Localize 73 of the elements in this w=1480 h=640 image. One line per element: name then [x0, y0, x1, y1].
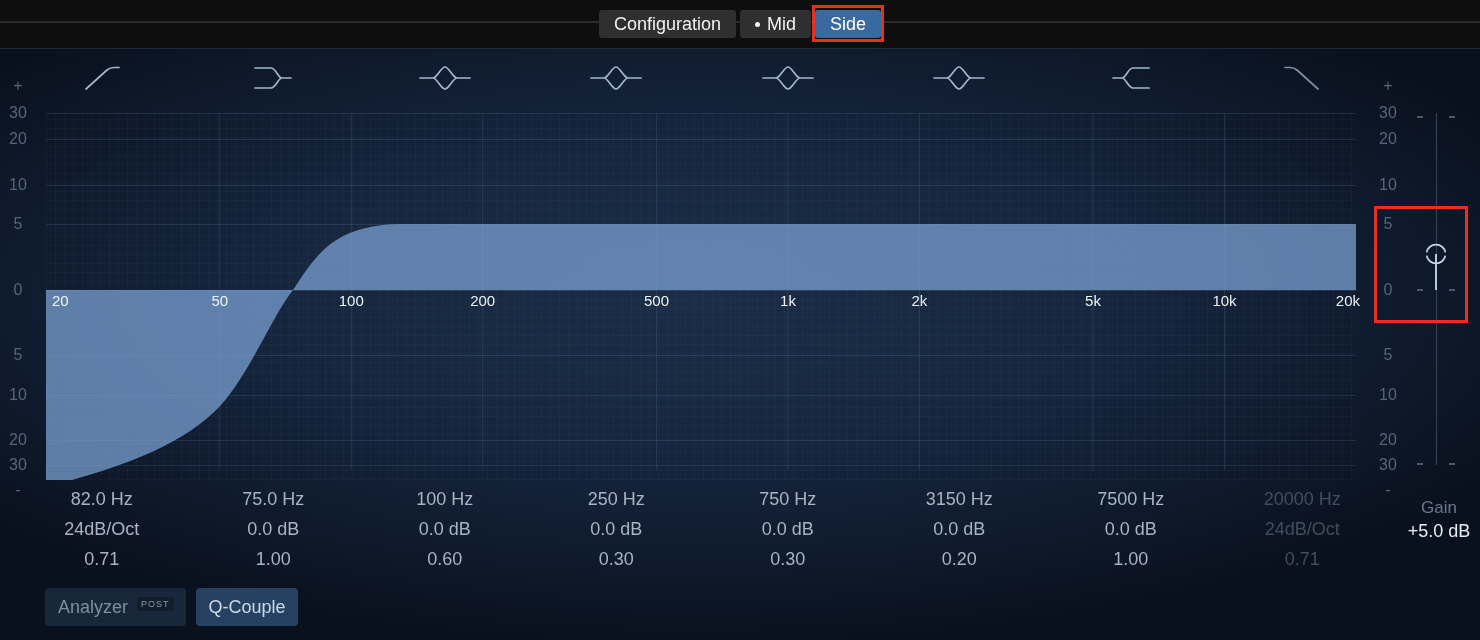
band-gain: 0.0 dB [933, 518, 986, 541]
band-gain: 0.0 dB [247, 518, 300, 541]
band-gain: 24dB/Oct [1264, 518, 1340, 541]
band-gain: 0.0 dB [1104, 518, 1157, 541]
band-frequency: 20000 Hz [1263, 488, 1341, 511]
band-q: 1.00 [255, 548, 291, 571]
band-q: 0.71 [1284, 548, 1320, 571]
band-frequency: 750 Hz [759, 488, 817, 511]
post-badge: POST [137, 597, 174, 611]
band-frequency: 82.0 Hz [70, 488, 133, 511]
bell-curve-icon[interactable] [590, 65, 643, 91]
frequency-label: 1k [780, 292, 796, 310]
db-scale-label: 5 [1382, 215, 1394, 233]
db-scale-label: 0 [12, 281, 24, 299]
frequency-label: 100 [338, 292, 364, 310]
db-scale-label: 30 [1378, 104, 1398, 122]
high-shelf-icon[interactable] [1111, 65, 1150, 91]
band-q: 0.20 [941, 548, 977, 571]
mode-tab[interactable]: Mid [740, 10, 812, 38]
gain-value: +5.0 dB [1407, 520, 1471, 543]
band-frequency: 250 Hz [587, 488, 645, 511]
band-frequency: 75.0 Hz [242, 488, 305, 511]
band-frequency: 3150 Hz [925, 488, 993, 511]
db-scale-label: 10 [1378, 386, 1398, 404]
gain-label: Gain [1421, 497, 1457, 519]
band-frequency: 7500 Hz [1097, 488, 1165, 511]
bell-curve-icon[interactable] [933, 65, 986, 91]
db-scale-label: 10 [1378, 176, 1398, 194]
frequency-label: 20k [1335, 292, 1360, 310]
db-scale-label: 20 [1378, 431, 1398, 449]
low-cut-filter-icon[interactable] [83, 65, 120, 91]
band-gain: 0.0 dB [761, 518, 814, 541]
toggle-button[interactable]: Q-Couple [195, 588, 298, 626]
frequency-label: 500 [644, 292, 669, 310]
db-scale-label: 5 [1382, 346, 1394, 364]
band-gain: 0.0 dB [590, 518, 643, 541]
slider-thumb[interactable] [1425, 242, 1447, 265]
mode-tab[interactable]: Configuration [598, 10, 736, 38]
high-cut-filter-icon[interactable] [1284, 65, 1321, 91]
band-q: 0.30 [770, 548, 806, 571]
band-q: 0.30 [598, 548, 634, 571]
band-q: 1.00 [1113, 548, 1149, 571]
db-scale-label: 30 [1378, 456, 1398, 474]
bell-curve-icon[interactable] [761, 65, 814, 91]
frequency-label: 2k [911, 292, 928, 310]
frequency-label: 200 [470, 292, 496, 310]
db-scale-label: 20 [8, 431, 28, 449]
band-q: 0.60 [427, 548, 463, 571]
scale-plus-label: + [12, 77, 24, 95]
db-scale-label: 5 [12, 215, 24, 233]
db-scale-label: 30 [8, 456, 28, 474]
db-scale-label: 20 [8, 130, 28, 148]
db-scale-label: 30 [8, 104, 28, 122]
db-scale-label: 10 [8, 386, 28, 404]
scale-plus-label: + [1382, 77, 1394, 95]
scale-minus-label: - [1384, 481, 1392, 499]
db-scale-label: 0 [1382, 281, 1394, 299]
scale-minus-label: - [14, 481, 22, 499]
frequency-label: 5k [1085, 292, 1101, 310]
frequency-label: 20 [52, 292, 69, 310]
band-gain: 24dB/Oct [64, 518, 140, 541]
mode-tab[interactable]: Side [815, 10, 882, 38]
toggle-button[interactable]: Analyzer POST [45, 588, 186, 626]
db-scale-label: 5 [12, 346, 24, 364]
frequency-label: 50 [211, 292, 229, 310]
frequency-label: 10k [1212, 292, 1237, 310]
band-q: 0.71 [84, 548, 120, 571]
low-shelf-icon[interactable] [254, 65, 293, 91]
band-gain: 0.0 dB [418, 518, 471, 541]
bell-curve-icon[interactable] [418, 65, 471, 91]
db-scale-label: 10 [8, 176, 28, 194]
db-scale-label: 20 [1378, 130, 1398, 148]
band-frequency: 100 Hz [416, 488, 474, 511]
